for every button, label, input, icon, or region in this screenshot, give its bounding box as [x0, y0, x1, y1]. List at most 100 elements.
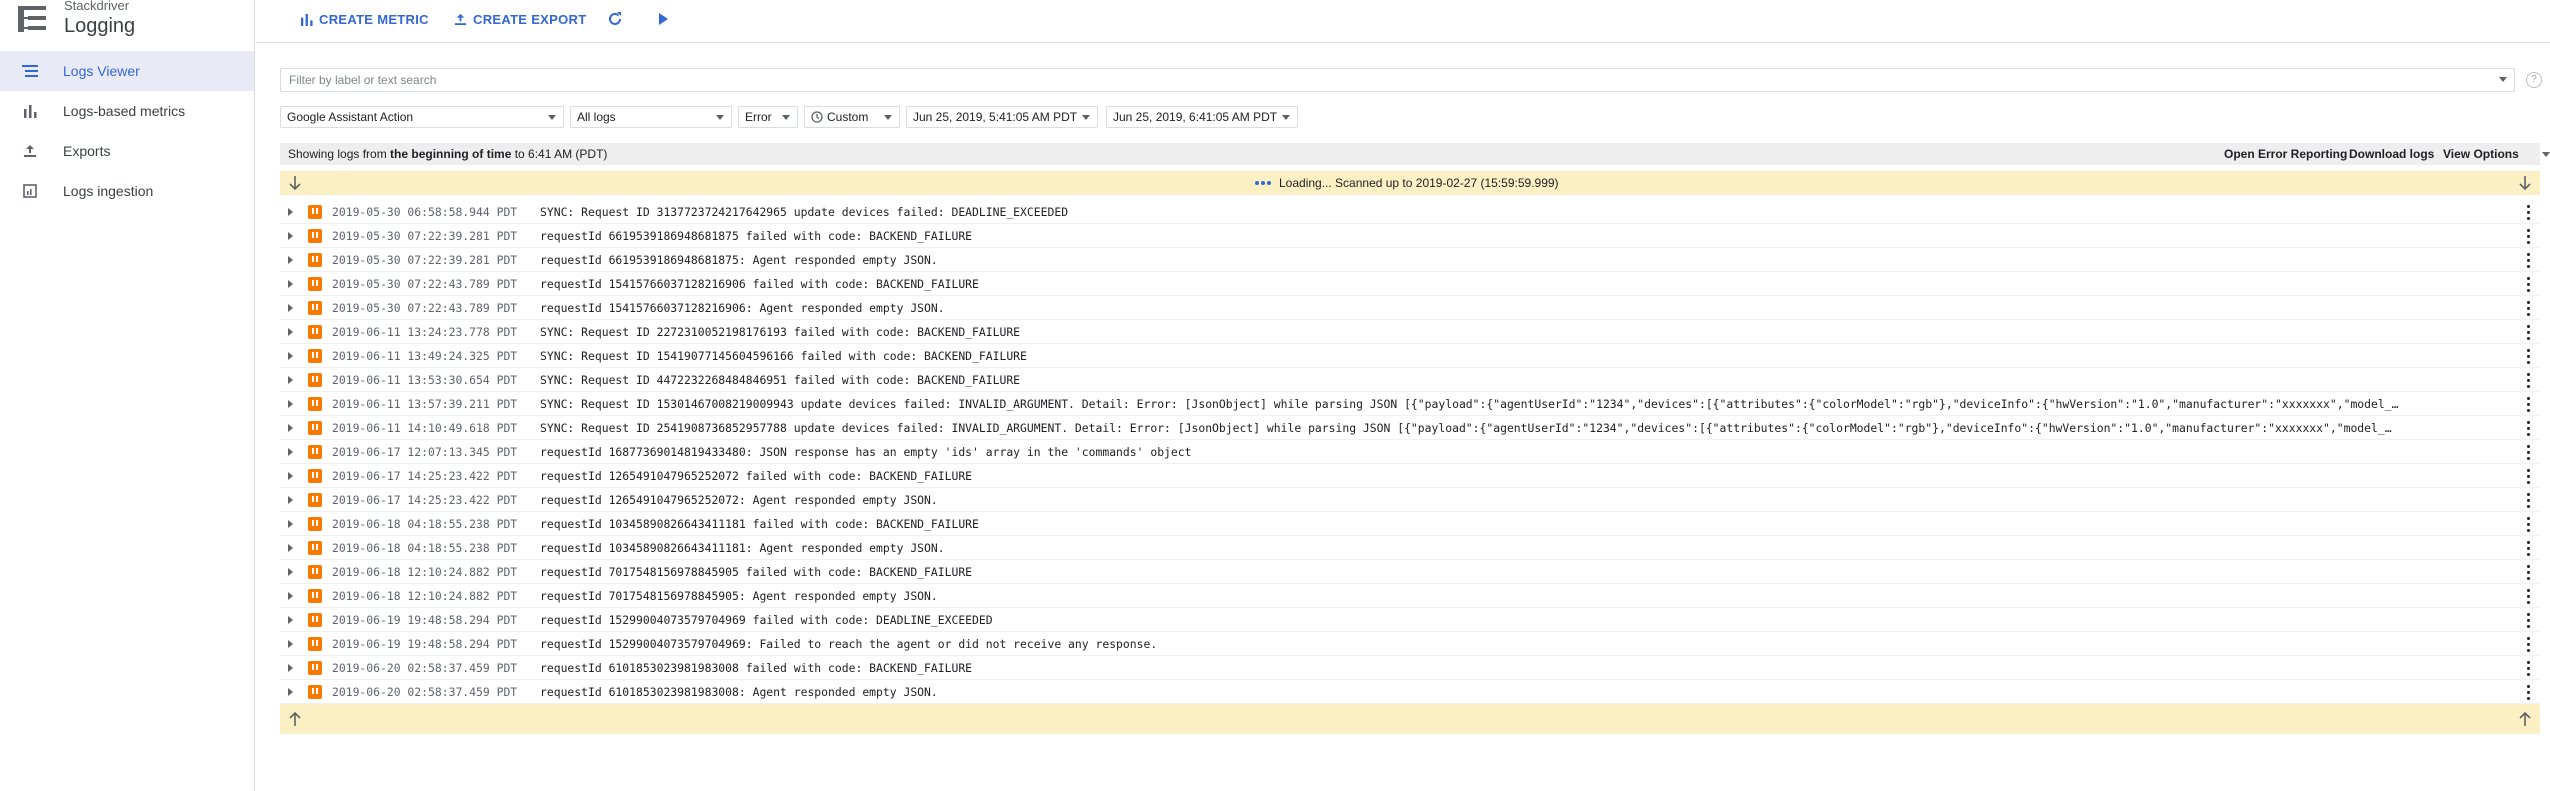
download-logs-link[interactable]: Download logs — [2349, 147, 2434, 161]
error-severity-icon — [308, 565, 322, 579]
log-message: requestId 6619539186948681875 failed wit… — [540, 229, 973, 243]
log-row[interactable]: 2019-06-20 02:58:37.459 PDT requestId 610… — [280, 656, 2540, 680]
more-vert-icon[interactable] — [2520, 419, 2536, 437]
time-range-select[interactable]: Custom — [804, 106, 900, 128]
log-row[interactable]: 2019-06-18 12:10:24.882 PDT requestId 701… — [280, 560, 2540, 584]
more-vert-icon[interactable] — [2520, 227, 2536, 245]
refresh-button[interactable] — [606, 6, 630, 32]
search-input[interactable]: Filter by label or text search — [280, 68, 2515, 92]
expand-icon[interactable] — [288, 424, 293, 432]
logs-select-value: All logs — [577, 110, 616, 124]
expand-icon[interactable] — [288, 256, 293, 264]
log-row[interactable]: 2019-05-30 07:22:43.789 PDT requestId 154… — [280, 296, 2540, 320]
log-row[interactable]: 2019-06-18 04:18:55.238 PDT requestId 103… — [280, 512, 2540, 536]
expand-icon[interactable] — [288, 616, 293, 624]
sidebar-item-logs-based-metrics[interactable]: Logs-based metrics — [0, 91, 254, 131]
more-vert-icon[interactable] — [2520, 467, 2536, 485]
sidebar-item-exports[interactable]: Exports — [0, 131, 254, 171]
expand-icon[interactable] — [288, 688, 293, 696]
log-timestamp: 2019-05-30 07:22:39.281 PDT — [332, 229, 518, 243]
expand-icon[interactable] — [288, 208, 293, 216]
log-row[interactable]: 2019-06-17 12:07:13.345 PDT requestId 168… — [280, 440, 2540, 464]
log-row[interactable]: 2019-06-11 13:24:23.778 PDT SYNC: Request… — [280, 320, 2540, 344]
severity-select[interactable]: Error — [738, 106, 798, 128]
arrow-down-icon[interactable] — [288, 175, 302, 191]
log-timestamp: 2019-06-17 14:25:23.422 PDT — [332, 469, 518, 483]
more-vert-icon[interactable] — [2520, 491, 2536, 509]
sidebar-item-logs-viewer[interactable]: Logs Viewer — [0, 51, 254, 91]
more-vert-icon[interactable] — [2520, 635, 2536, 653]
end-time-select[interactable]: Jun 25, 2019, 6:41:05 AM PDT — [1106, 106, 1298, 128]
more-vert-icon[interactable] — [2520, 515, 2536, 533]
log-row[interactable]: 2019-06-17 14:25:23.422 PDT requestId 126… — [280, 464, 2540, 488]
log-timestamp: 2019-06-11 14:10:49.618 PDT — [332, 421, 518, 435]
expand-icon[interactable] — [288, 448, 293, 456]
more-vert-icon[interactable] — [2520, 539, 2536, 557]
search-dropdown-icon[interactable] — [2499, 77, 2507, 82]
log-row[interactable]: 2019-05-30 07:22:39.281 PDT requestId 661… — [280, 248, 2540, 272]
log-timestamp: 2019-06-17 14:25:23.422 PDT — [332, 493, 518, 507]
more-vert-icon[interactable] — [2520, 659, 2536, 677]
expand-icon[interactable] — [288, 280, 293, 288]
log-row[interactable]: 2019-06-17 14:25:23.422 PDT requestId 126… — [280, 488, 2540, 512]
help-icon[interactable]: ? — [2526, 72, 2542, 88]
more-vert-icon[interactable] — [2520, 563, 2536, 581]
more-vert-icon[interactable] — [2520, 275, 2536, 293]
create-export-button[interactable]: CREATE EXPORT — [454, 6, 586, 32]
expand-icon[interactable] — [288, 496, 293, 504]
log-row[interactable]: 2019-06-11 13:57:39.211 PDT SYNC: Request… — [280, 392, 2540, 416]
log-row[interactable]: 2019-06-18 04:18:55.238 PDT requestId 103… — [280, 536, 2540, 560]
more-vert-icon[interactable] — [2520, 251, 2536, 269]
create-metric-button[interactable]: CREATE METRIC — [300, 6, 429, 32]
expand-icon[interactable] — [288, 520, 293, 528]
error-severity-icon — [308, 325, 322, 339]
more-vert-icon[interactable] — [2520, 203, 2536, 221]
log-row[interactable]: 2019-06-20 02:58:37.459 PDT requestId 610… — [280, 680, 2540, 704]
expand-icon[interactable] — [288, 328, 293, 336]
log-row[interactable]: 2019-06-18 12:10:24.882 PDT requestId 701… — [280, 584, 2540, 608]
expand-icon[interactable] — [288, 544, 293, 552]
resource-select[interactable]: Google Assistant Action — [280, 106, 564, 128]
more-vert-icon[interactable] — [2520, 683, 2536, 701]
open-error-reporting-link[interactable]: Open Error Reporting — [2224, 147, 2347, 161]
log-timestamp: 2019-06-20 02:58:37.459 PDT — [332, 661, 518, 675]
expand-icon[interactable] — [288, 352, 293, 360]
more-vert-icon[interactable] — [2520, 587, 2536, 605]
expand-icon[interactable] — [288, 400, 293, 408]
expand-icon[interactable] — [288, 640, 293, 648]
expand-icon[interactable] — [288, 664, 293, 672]
more-vert-icon[interactable] — [2520, 371, 2536, 389]
expand-icon[interactable] — [288, 568, 293, 576]
log-row[interactable]: 2019-06-11 13:53:30.654 PDT SYNC: Request… — [280, 368, 2540, 392]
start-time-select[interactable]: Jun 25, 2019, 5:41:05 AM PDT — [906, 106, 1098, 128]
more-vert-icon[interactable] — [2520, 611, 2536, 629]
expand-icon[interactable] — [288, 232, 293, 240]
chevron-down-icon[interactable] — [2542, 152, 2550, 157]
log-row[interactable]: 2019-05-30 06:58:58.944 PDT SYNC: Request… — [280, 200, 2540, 224]
more-vert-icon[interactable] — [2520, 323, 2536, 341]
expand-icon[interactable] — [288, 376, 293, 384]
log-row[interactable]: 2019-06-19 19:48:58.294 PDT requestId 152… — [280, 632, 2540, 656]
view-options-button[interactable]: View Options — [2443, 147, 2519, 161]
log-timestamp: 2019-05-30 07:22:43.789 PDT — [332, 277, 518, 291]
expand-icon[interactable] — [288, 472, 293, 480]
expand-icon[interactable] — [288, 304, 293, 312]
log-row[interactable]: 2019-05-30 07:22:43.789 PDT requestId 154… — [280, 272, 2540, 296]
arrow-up-icon[interactable] — [2518, 711, 2532, 727]
more-vert-icon[interactable] — [2520, 395, 2536, 413]
sidebar-item-logs-ingestion[interactable]: Logs ingestion — [0, 171, 254, 211]
more-vert-icon[interactable] — [2520, 347, 2536, 365]
log-row[interactable]: 2019-06-19 19:48:58.294 PDT requestId 152… — [280, 608, 2540, 632]
log-timestamp: 2019-06-20 02:58:37.459 PDT — [332, 685, 518, 699]
arrow-up-icon[interactable] — [288, 711, 302, 727]
stream-logs-button[interactable] — [656, 6, 676, 32]
log-row[interactable]: 2019-06-11 14:10:49.618 PDT SYNC: Request… — [280, 416, 2540, 440]
logs-select[interactable]: All logs — [570, 106, 732, 128]
more-vert-icon[interactable] — [2520, 443, 2536, 461]
log-row[interactable]: 2019-05-30 07:22:39.281 PDT requestId 661… — [280, 224, 2540, 248]
more-vert-icon[interactable] — [2520, 299, 2536, 317]
log-row[interactable]: 2019-06-11 13:49:24.325 PDT SYNC: Request… — [280, 344, 2540, 368]
error-severity-icon — [308, 229, 322, 243]
expand-icon[interactable] — [288, 592, 293, 600]
arrow-down-icon[interactable] — [2518, 175, 2532, 191]
